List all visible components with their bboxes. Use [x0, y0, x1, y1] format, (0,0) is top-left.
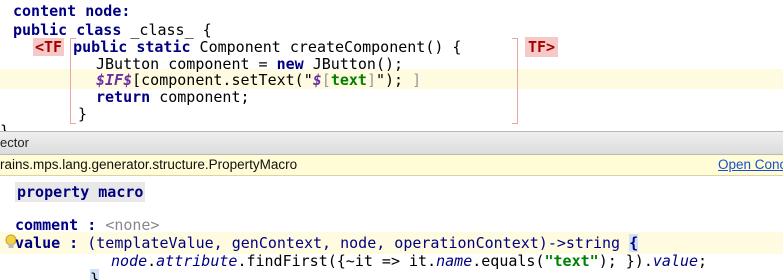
- value-row[interactable]: value : (templateValue, genContext, node…: [15, 233, 639, 253]
- code-editor[interactable]: content node: public class _class_ { <TF…: [0, 0, 783, 131]
- body-node: node: [111, 252, 148, 270]
- body-findfirst: .findFirst({~it => it.: [237, 252, 437, 270]
- return-value: component;: [150, 88, 250, 106]
- macro-bracket-close: ]: [366, 71, 376, 89]
- body-equals: .equals(: [472, 252, 545, 270]
- concept-bar: rains.mps.lang.generator.structure.Prope…: [0, 155, 783, 176]
- value-separator: :: [60, 234, 88, 252]
- value-body-line[interactable]: node.attribute.findFirst({~it => it.name…: [111, 251, 707, 271]
- tf-bracket-right: [512, 38, 518, 124]
- content-node-header: content node:: [13, 2, 131, 20]
- body-value: value: [652, 252, 699, 270]
- class-close-brace: }: [0, 122, 10, 131]
- body-dot: .: [147, 252, 157, 270]
- macro-text[interactable]: text: [331, 71, 367, 89]
- macro-bracket-open: [: [321, 71, 331, 89]
- body-attribute: attribute: [156, 252, 238, 270]
- return-keyword: return: [96, 88, 151, 106]
- settext-end: ");: [375, 71, 404, 89]
- inspector-editor[interactable]: property macro comment : <none> value : …: [0, 176, 783, 280]
- tf-open-marker[interactable]: <TF: [33, 38, 65, 56]
- value-close-brace[interactable]: }: [90, 269, 100, 280]
- property-macro[interactable]: $: [313, 71, 322, 89]
- inspector-header[interactable]: ector: [0, 131, 783, 155]
- comment-separator: :: [78, 216, 106, 234]
- comment-row[interactable]: comment : <none>: [15, 215, 160, 235]
- body-semicolon: ;: [698, 252, 708, 270]
- comment-value[interactable]: <none>: [105, 216, 159, 234]
- code-line-return[interactable]: return component;: [96, 87, 250, 107]
- if-macro-close: ]: [403, 71, 422, 89]
- body-end: ); }).: [598, 252, 653, 270]
- concept-fqn: rains.mps.lang.generator.structure.Prope…: [0, 157, 298, 172]
- open-concept-link[interactable]: Open Conc: [718, 157, 783, 172]
- value-label: value: [15, 234, 61, 252]
- value-open-brace[interactable]: {: [629, 234, 639, 252]
- body-string: "text": [544, 252, 599, 270]
- method-close-brace: }: [78, 105, 88, 123]
- value-signature: (templateValue, genContext, node, operat…: [87, 234, 621, 252]
- body-name: name: [436, 252, 473, 270]
- inspector-title: ector: [0, 135, 29, 150]
- concept-alias: property macro: [15, 182, 146, 202]
- tf-close-marker[interactable]: TF>: [525, 37, 559, 57]
- comment-label: comment: [15, 216, 79, 234]
